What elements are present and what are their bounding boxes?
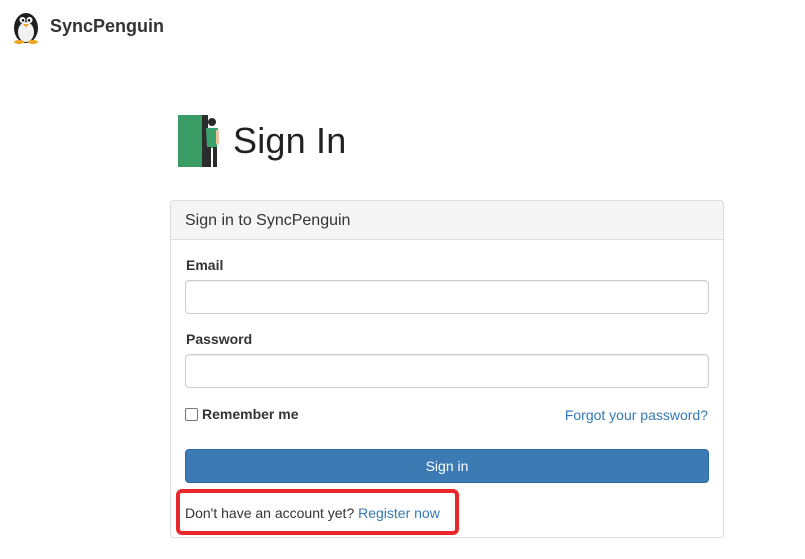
penguin-icon — [14, 13, 38, 44]
remember-me-checkbox[interactable] — [185, 407, 198, 421]
remember-me-label: Remember me — [202, 406, 299, 422]
brand-name: SyncPenguin — [50, 15, 165, 36]
brand[interactable]: SyncPenguin — [10, 8, 164, 44]
password-field[interactable] — [185, 354, 709, 388]
register-link[interactable]: Register now — [358, 505, 440, 521]
panel-heading: Sign in to SyncPenguin — [171, 201, 723, 240]
signin-panel: Sign in to SyncPenguin Email Password Re… — [170, 200, 724, 538]
page-heading: Sign In — [176, 112, 346, 170]
forgot-password-link[interactable]: Forgot your password? — [565, 407, 708, 423]
page-title: Sign In — [233, 120, 347, 161]
remember-me[interactable]: Remember me — [185, 406, 299, 422]
password-label: Password — [186, 331, 253, 347]
register-prompt: Don't have an account yet? Register now — [185, 505, 440, 521]
email-field[interactable] — [185, 280, 709, 314]
register-prompt-text: Don't have an account yet? — [185, 505, 355, 521]
email-label: Email — [186, 257, 224, 273]
signin-button[interactable]: Sign in — [185, 449, 709, 483]
door-person-icon — [178, 115, 219, 167]
